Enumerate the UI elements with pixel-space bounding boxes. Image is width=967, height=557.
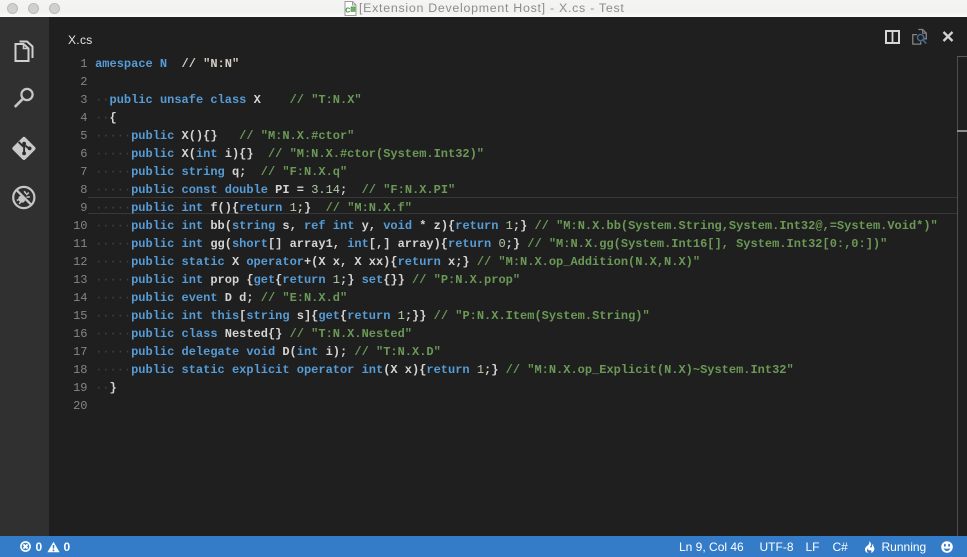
svg-text:C: C bbox=[345, 8, 350, 15]
